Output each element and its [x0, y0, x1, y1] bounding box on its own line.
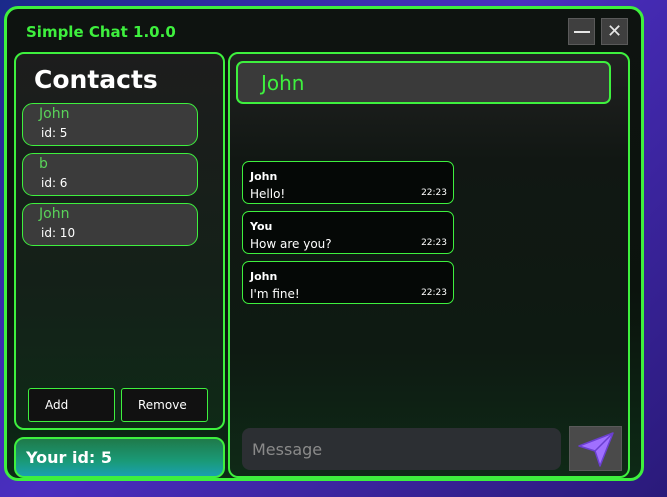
message-time: 22:23 — [421, 238, 447, 248]
message-time: 22:23 — [421, 288, 447, 298]
message-time: 22:23 — [421, 188, 447, 198]
send-button[interactable] — [569, 426, 622, 471]
minimize-button[interactable] — [568, 18, 595, 45]
message-author: John — [250, 270, 278, 283]
message-text: Hello! — [250, 187, 286, 201]
add-contact-button[interactable]: Add — [28, 388, 115, 422]
contact-id: id: 10 — [41, 226, 76, 240]
remove-contact-button[interactable]: Remove — [121, 388, 208, 422]
app-title: Simple Chat 1.0.0 — [26, 23, 176, 41]
contact-item[interactable]: b id: 6 — [22, 153, 198, 196]
message-bubble: You How are you? 22:23 — [242, 211, 454, 254]
contacts-panel: Contacts John id: 5 b id: 6 John id: 10 … — [14, 52, 225, 430]
contact-id: id: 5 — [41, 126, 68, 140]
contact-name: John — [39, 206, 70, 222]
close-button[interactable]: ✕ — [601, 18, 628, 45]
message-bubble: John I'm fine! 22:23 — [242, 261, 454, 304]
message-text: I'm fine! — [250, 287, 300, 301]
message-input[interactable] — [242, 428, 561, 470]
chat-panel: John John Hello! 22:23 You How are you? … — [228, 52, 630, 478]
contact-item[interactable]: John id: 5 — [22, 103, 198, 146]
contact-name: b — [39, 156, 48, 172]
contacts-title: Contacts — [34, 65, 158, 94]
chat-header: John — [236, 61, 611, 104]
message-author: John — [250, 170, 278, 183]
message-bubble: John Hello! 22:23 — [242, 161, 454, 204]
close-icon: ✕ — [606, 21, 623, 42]
contact-id: id: 6 — [41, 176, 68, 190]
minimize-icon — [573, 30, 590, 33]
message-text: How are you? — [250, 237, 332, 251]
contact-name: John — [39, 106, 70, 122]
your-id-label: Your id: 5 — [14, 437, 225, 478]
send-icon — [577, 431, 614, 467]
app-window: Simple Chat 1.0.0 ✕ Contacts John id: 5 … — [4, 6, 644, 481]
contact-item[interactable]: John id: 10 — [22, 203, 198, 246]
message-author: You — [250, 220, 273, 233]
